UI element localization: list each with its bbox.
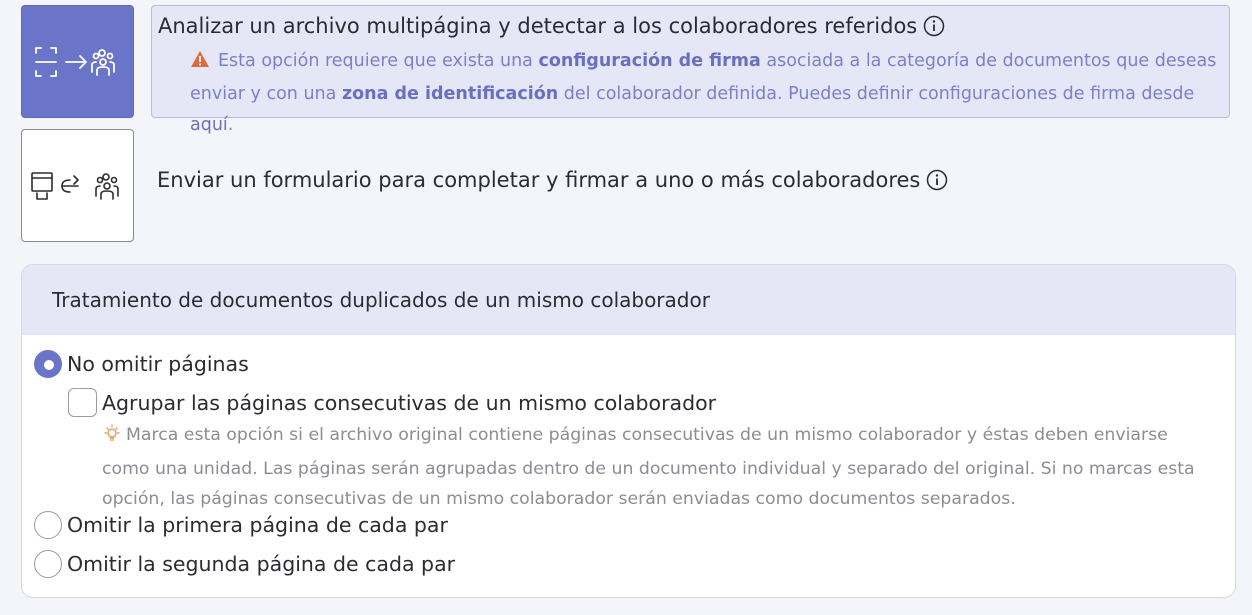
- form-option-title: Enviar un formulario para completar y fi…: [157, 168, 921, 192]
- omit-first-radio[interactable]: [34, 511, 62, 539]
- lightbulb-icon: [102, 423, 122, 454]
- info-icon[interactable]: [926, 169, 948, 191]
- group-pages-label: Agrupar las páginas consecutivas de un m…: [102, 390, 717, 415]
- signature-config-link[interactable]: aquí: [190, 115, 228, 135]
- group-pages-hint-text: Marca esta opción si el archivo original…: [102, 425, 1195, 509]
- group-pages-checkbox[interactable]: [68, 388, 97, 417]
- warning-bold-id-zone: zona de identificación: [341, 84, 559, 104]
- omit-second-radio[interactable]: [34, 550, 62, 578]
- omit-first-label: Omitir la primera página de cada par: [67, 513, 448, 537]
- warning-text-4: .: [227, 115, 234, 135]
- analyze-option-tile[interactable]: [21, 5, 134, 118]
- analyze-option-title-row: Analizar un archivo multipágina y detect…: [158, 14, 945, 38]
- form-option-tile[interactable]: [21, 129, 134, 242]
- form-to-people-icon: [30, 171, 119, 200]
- warning-text-1: Esta opción requiere que exista una: [218, 51, 539, 71]
- duplicates-card-header: Tratamiento de documentos duplicados de …: [22, 265, 1235, 335]
- signature-config-warning: Esta opción requiere que exista una conf…: [190, 46, 1230, 141]
- analyze-option-title: Analizar un archivo multipágina y detect…: [158, 14, 918, 38]
- no-omit-radio[interactable]: [34, 350, 62, 378]
- info-icon[interactable]: [923, 15, 945, 37]
- no-omit-label: No omitir páginas: [67, 352, 249, 376]
- warning-text-3: del colaborador definida. Puedes definir…: [558, 84, 1195, 104]
- send-options-page: Analizar un archivo multipágina y detect…: [0, 0, 1252, 615]
- omit-second-radio-row[interactable]: Omitir la segunda página de cada par: [34, 550, 455, 578]
- group-checkbox-row[interactable]: Agrupar las páginas consecutivas de un m…: [68, 388, 716, 417]
- omit-first-radio-row[interactable]: Omitir la primera página de cada par: [34, 511, 448, 539]
- warning-bold-signature-config: configuración de firma: [538, 51, 761, 71]
- warning-icon: [190, 48, 210, 79]
- scan-to-people-icon: [34, 46, 115, 77]
- omit-second-label: Omitir la segunda página de cada par: [67, 552, 456, 576]
- no-omit-radio-row[interactable]: No omitir páginas: [34, 350, 249, 378]
- duplicates-card: Tratamiento de documentos duplicados de …: [21, 264, 1236, 598]
- form-option-title-row[interactable]: Enviar un formulario para completar y fi…: [157, 168, 948, 192]
- group-pages-hint: Marca esta opción si el archivo original…: [102, 420, 1212, 515]
